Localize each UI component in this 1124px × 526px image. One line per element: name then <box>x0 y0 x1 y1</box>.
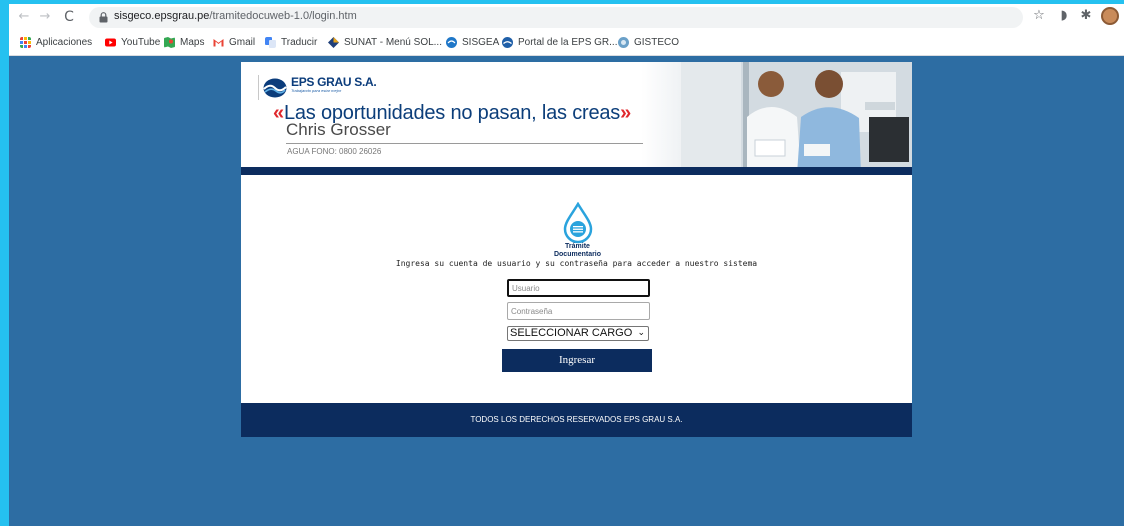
bookmark-label: GISTECO <box>634 36 680 48</box>
phone-number: AGUA FONO: 0800 26026 <box>287 147 382 156</box>
maps-icon <box>164 36 175 48</box>
logo-name: EPS GRAU S.A. <box>291 75 377 89</box>
youtube-icon <box>105 38 116 46</box>
lock-icon <box>99 12 108 23</box>
app-name: Trámite Documentario <box>541 243 614 259</box>
browser-chrome: ← → C sisgeco.epsgrau.pe/tramitedocuweb-… <box>9 4 1124 56</box>
login-instructions: Ingresa su cuenta de usuario y su contra… <box>395 259 758 268</box>
bookmark-label: Traducir <box>281 36 318 48</box>
quote-open-mark: « <box>273 102 284 124</box>
bookmarks-bar: Aplicaciones YouTube Maps Gmail Traducir <box>9 30 1124 54</box>
eps-icon <box>502 36 513 48</box>
translate-icon <box>265 36 276 48</box>
role-select[interactable]: SELECCIONAR CARGO ⌄ <box>507 326 649 341</box>
banner-stripe <box>241 167 912 175</box>
bookmark-youtube[interactable]: YouTube <box>105 34 160 50</box>
username-input[interactable] <box>507 279 650 297</box>
password-input[interactable] <box>507 302 650 320</box>
url-text: sisgeco.epsgrau.pe/tramitedocuweb-1.0/lo… <box>114 10 357 22</box>
bookmark-maps[interactable]: Maps <box>164 34 204 50</box>
url-path: /tramitedocuweb-1.0/login.htm <box>209 10 357 22</box>
water-drop-logo-icon <box>563 202 593 244</box>
url-host: sisgeco.epsgrau.pe <box>114 10 210 22</box>
bookmark-gmail[interactable]: Gmail <box>213 34 255 50</box>
bookmark-label: Aplicaciones <box>36 36 93 48</box>
profile-avatar[interactable] <box>1101 7 1119 25</box>
logo-tagline: Trabajando para estar mejor <box>291 88 342 93</box>
bookmark-label: Portal de la EPS GR... <box>518 36 618 48</box>
staff-photo <box>681 62 912 167</box>
apps-grid-icon <box>20 36 31 48</box>
app-name-line1: Trámite <box>565 243 590 250</box>
address-bar[interactable]: sisgeco.epsgrau.pe/tramitedocuweb-1.0/lo… <box>89 7 1023 28</box>
sunat-icon <box>328 36 339 48</box>
bookmark-gisteco[interactable]: GISTECO <box>618 34 679 50</box>
bookmark-sisgea[interactable]: SISGEA <box>446 34 499 50</box>
bookmark-portal-eps[interactable]: Portal de la EPS GR... <box>502 34 618 50</box>
gmail-icon <box>213 38 224 46</box>
logo-separator <box>258 75 259 100</box>
bookmark-label: YouTube <box>121 36 161 48</box>
login-card: EPS GRAU S.A. Trabajando para estar mejo… <box>241 62 912 403</box>
eps-grau-logo-icon <box>263 78 287 98</box>
app-name-line2: Documentario <box>553 251 602 258</box>
bookmark-label: Gmail <box>229 36 256 48</box>
login-button[interactable]: Ingresar <box>502 349 652 372</box>
forward-arrow-icon[interactable]: → <box>36 8 54 26</box>
reload-icon[interactable]: C <box>60 8 78 26</box>
banner-rule <box>286 143 643 144</box>
back-arrow-icon[interactable]: ← <box>15 8 33 26</box>
window-frame-left <box>0 0 9 526</box>
sisgea-icon <box>446 36 457 48</box>
page-footer: TODOS LOS DERECHOS RESERVADOS EPS GRAU S… <box>241 403 912 437</box>
role-select-value: SELECCIONAR CARGO <box>510 327 633 339</box>
bookmark-aplicaciones[interactable]: Aplicaciones <box>20 34 92 50</box>
slogan-author: Chris Grosser <box>286 120 391 139</box>
bookmark-star-icon[interactable]: ☆ <box>1030 8 1048 26</box>
bookmark-label: SISGEA <box>462 36 500 48</box>
extensions-puzzle-icon[interactable]: ✱ <box>1078 8 1094 26</box>
bookmark-sunat[interactable]: SUNAT - Menú SOL... <box>328 34 442 50</box>
chevron-down-icon: ⌄ <box>637 328 645 338</box>
browser-toolbar: ← → C sisgeco.epsgrau.pe/tramitedocuweb-… <box>9 4 1124 30</box>
bookmark-label: Maps <box>180 36 205 48</box>
extension-icon[interactable]: ◗ <box>1056 8 1072 26</box>
bookmark-label: SUNAT - Menú SOL... <box>344 36 442 48</box>
header-banner: EPS GRAU S.A. Trabajando para estar mejo… <box>241 62 912 167</box>
gisteco-icon <box>618 36 629 48</box>
bookmark-traducir[interactable]: Traducir <box>265 34 317 50</box>
quote-close-mark: » <box>620 102 632 124</box>
